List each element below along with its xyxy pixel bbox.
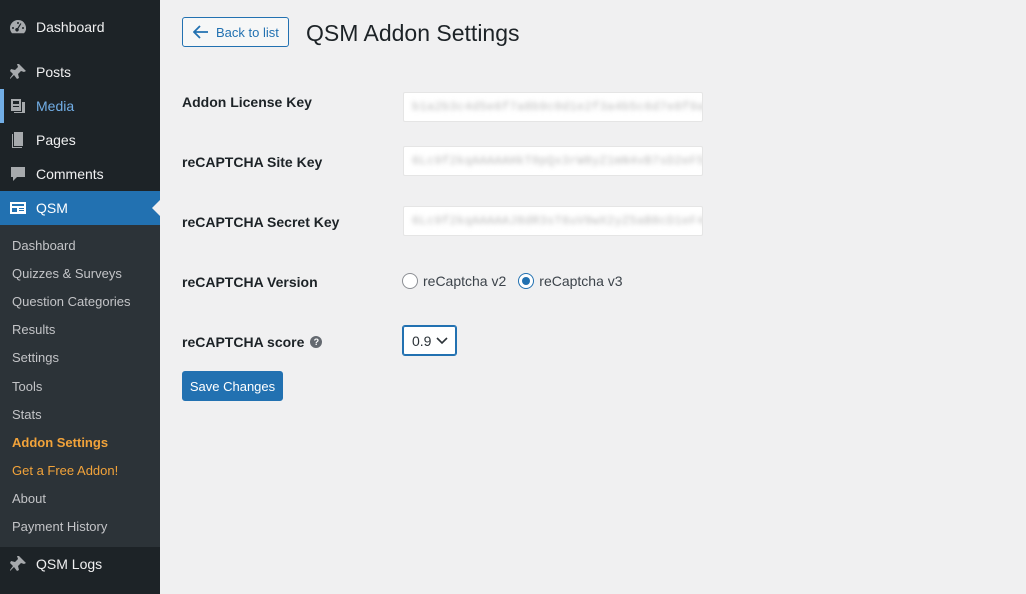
score-select[interactable]: 0.9 xyxy=(402,325,457,356)
license-key-value: b1a2b3c4d5e6f7a8b9c0d1e2f3a4b5c6d7e8f9a0 xyxy=(412,100,703,114)
pages-icon xyxy=(0,130,36,150)
page-title: QSM Addon Settings xyxy=(306,20,520,46)
menu-item-pages[interactable]: Pages xyxy=(0,123,160,157)
submenu-item-dashboard[interactable]: Dashboard xyxy=(0,231,160,259)
secret-key-value: 6Lc9f2kqAAAAAJ8dR3sT6uV9wX2yZ5aB8cD1eF4g xyxy=(412,214,703,228)
submenu-item-about[interactable]: About xyxy=(0,485,160,513)
score-label-text: reCAPTCHA score xyxy=(182,334,305,350)
radio-recaptcha-v3[interactable]: reCaptcha v3 xyxy=(518,273,623,289)
menu-item-posts[interactable]: Posts xyxy=(0,55,160,89)
back-button-label: Back to list xyxy=(216,24,279,40)
secret-key-label: reCAPTCHA Secret Key xyxy=(182,214,340,230)
save-changes-button[interactable]: Save Changes xyxy=(182,371,283,401)
submenu-item-tools[interactable]: Tools xyxy=(0,372,160,400)
menu-item-label: Dashboard xyxy=(36,19,105,35)
menu-item-label: Media xyxy=(36,98,75,114)
media-icon xyxy=(0,96,36,116)
qsm-submenu: Dashboard Quizzes & Surveys Question Cat… xyxy=(0,225,160,548)
chevron-down-icon xyxy=(436,337,448,345)
menu-item-label: QSM xyxy=(36,200,68,216)
main-content: Back to list QSM Addon Settings Addon Li… xyxy=(160,0,1026,594)
menu-item-label: QSM Logs xyxy=(36,556,103,573)
radio-label: reCaptcha v3 xyxy=(539,273,623,289)
score-select-value: 0.9 xyxy=(412,332,432,349)
site-key-label: reCAPTCHA Site Key xyxy=(182,154,323,170)
site-key-input[interactable]: 6Lc9f2kqAAAAAHkT0pQx3rW8yZ1mN4vB7sD2eF5h xyxy=(403,146,703,176)
site-key-value: 6Lc9f2kqAAAAAHkT0pQx3rW8yZ1mN4vB7sD2eF5h xyxy=(412,154,703,168)
radio-button-checked[interactable] xyxy=(518,273,535,289)
submenu-item-free-addon[interactable]: Get a Free Addon! xyxy=(0,457,160,485)
license-key-input[interactable]: b1a2b3c4d5e6f7a8b9c0d1e2f3a4b5c6d7e8f9a0 xyxy=(403,92,703,122)
help-icon[interactable]: ? xyxy=(310,336,323,349)
secret-key-input[interactable]: 6Lc9f2kqAAAAAJ8dR3sT6uV9wX2yZ5aB8cD1eF4g xyxy=(403,206,703,236)
version-label: reCAPTCHA Version xyxy=(182,274,318,290)
submenu-item-results[interactable]: Results xyxy=(0,316,160,344)
menu-item-dashboard[interactable]: Dashboard xyxy=(0,10,160,44)
score-label: reCAPTCHA score? xyxy=(182,334,323,350)
submenu-item-settings[interactable]: Settings xyxy=(0,344,160,372)
menu-item-qsm-logs[interactable]: QSM Logs xyxy=(0,547,160,581)
back-to-list-button[interactable]: Back to list xyxy=(182,17,289,47)
arrow-left-icon xyxy=(193,25,208,39)
dashboard-icon xyxy=(0,17,36,37)
menu-item-label: Posts xyxy=(36,64,72,80)
menu-item-label: Comments xyxy=(36,166,104,182)
submenu-item-stats[interactable]: Stats xyxy=(0,400,160,428)
license-key-label: Addon License Key xyxy=(182,94,312,110)
menu-item-qsm[interactable]: QSM xyxy=(0,191,160,225)
radio-recaptcha-v2[interactable]: reCaptcha v2 xyxy=(402,273,506,289)
qsm-icon xyxy=(0,198,36,218)
version-radio-group: reCaptcha v2 reCaptcha v3 xyxy=(402,273,635,289)
comments-icon xyxy=(0,164,36,184)
menu-item-label: Pages xyxy=(36,132,76,148)
submenu-item-addon-settings[interactable]: Addon Settings xyxy=(0,428,160,456)
radio-button[interactable] xyxy=(402,273,418,289)
submenu-item-question-categories[interactable]: Question Categories xyxy=(0,287,160,315)
submenu-item-payment-history[interactable]: Payment History xyxy=(0,513,160,541)
menu-item-comments[interactable]: Comments xyxy=(0,157,160,191)
admin-sidebar: Dashboard Posts Media Pages Comments QSM… xyxy=(0,0,160,594)
pushpin-icon xyxy=(0,62,36,82)
radio-label: reCaptcha v2 xyxy=(423,273,507,289)
pushpin-icon xyxy=(0,554,36,574)
menu-item-media[interactable]: Media xyxy=(0,89,160,123)
submenu-item-quizzes[interactable]: Quizzes & Surveys xyxy=(0,259,160,287)
